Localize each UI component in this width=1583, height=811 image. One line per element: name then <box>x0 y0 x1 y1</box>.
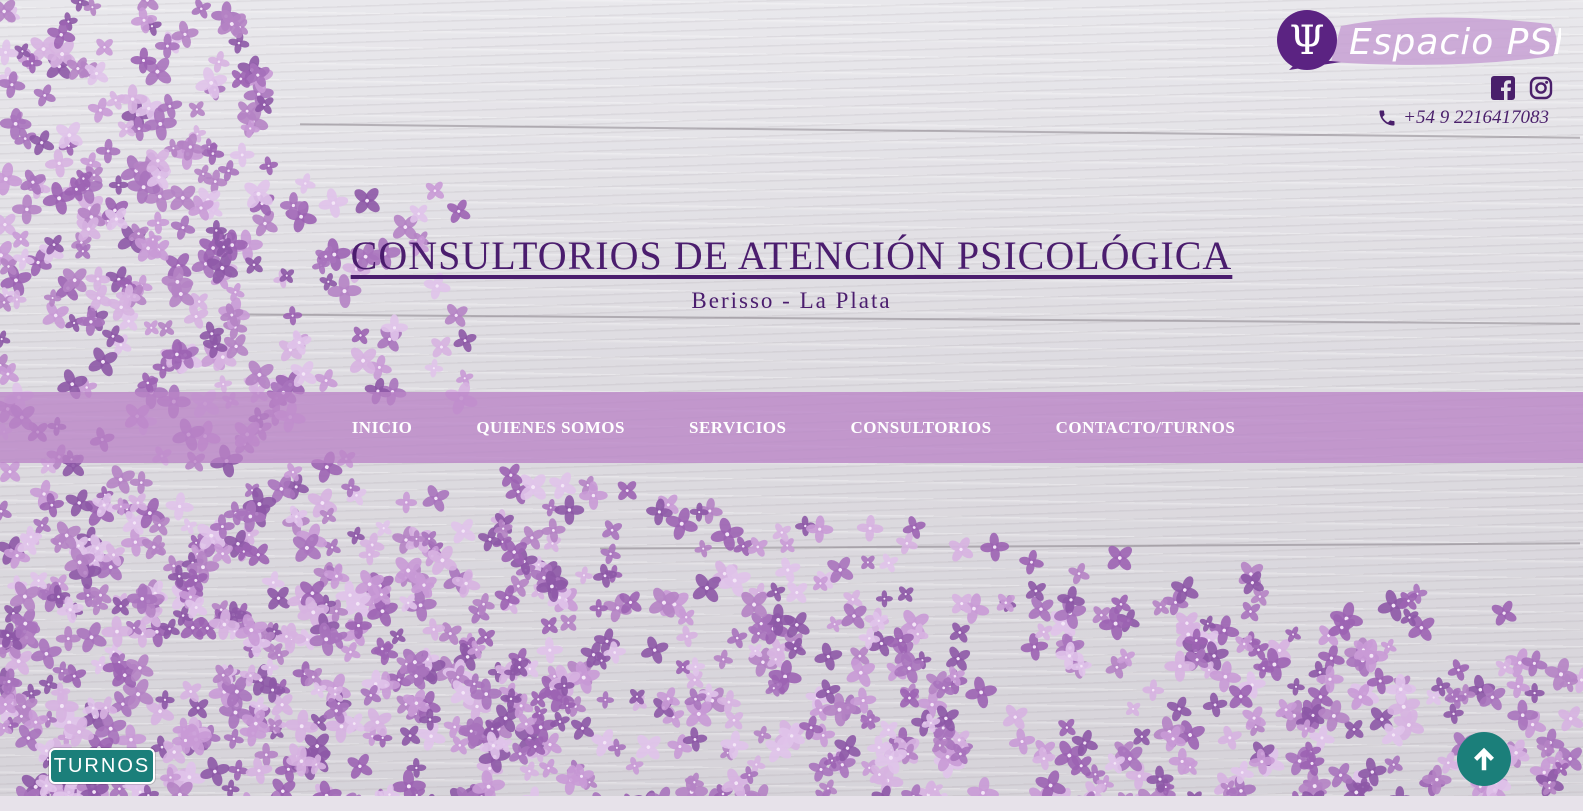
facebook-square-icon[interactable] <box>1491 76 1515 100</box>
espacio-psi-logo[interactable]: Ψ Espacio PSI <box>1271 10 1561 72</box>
psi-symbol: Ψ <box>1289 18 1324 64</box>
scroll-to-top-button[interactable] <box>1457 732 1511 786</box>
nav-item-contacto-turnos[interactable]: CONTACTO/TURNOS <box>1024 418 1268 438</box>
phone-icon <box>1377 108 1397 128</box>
page-title: CONSULTORIOS DE ATENCIÓN PSICOLÓGICA <box>350 233 1233 278</box>
turnos-button[interactable]: TURNOS <box>49 748 155 784</box>
nav-item-inicio[interactable]: INICIO <box>320 418 445 438</box>
phone-contact[interactable]: +54 9 2216417083 <box>1377 107 1549 129</box>
social-links <box>1491 76 1553 100</box>
nav-item-servicios[interactable]: SERVICIOS <box>657 418 818 438</box>
arrow-up-icon <box>1474 747 1494 771</box>
instagram-icon[interactable] <box>1529 76 1553 100</box>
nav-item-quienes-somos[interactable]: QUIENES SOMOS <box>444 418 657 438</box>
phone-number: +54 9 2216417083 <box>1403 107 1549 128</box>
logo-text: Espacio PSI <box>1349 22 1561 63</box>
nav-item-consultorios[interactable]: CONSULTORIOS <box>818 418 1023 438</box>
main-navigation: INICIO QUIENES SOMOS SERVICIOS CONSULTOR… <box>0 392 1583 463</box>
page-subtitle: Berisso - La Plata <box>691 288 892 313</box>
page-bottom-edge <box>0 796 1583 811</box>
